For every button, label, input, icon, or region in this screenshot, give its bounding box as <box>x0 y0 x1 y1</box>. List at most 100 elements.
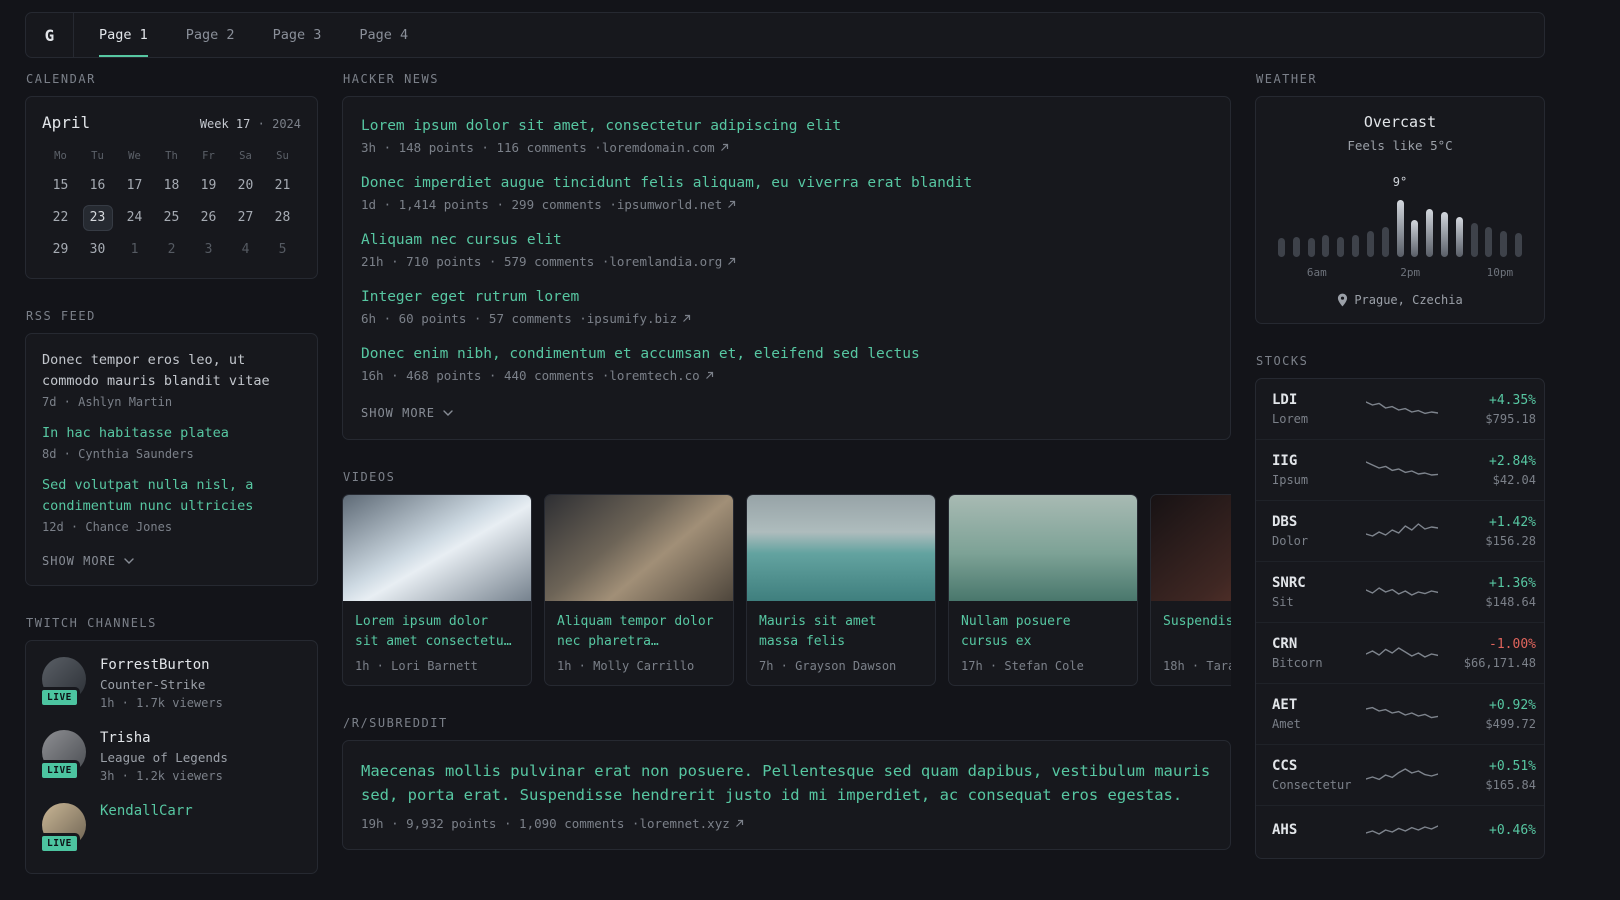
tab-page-2[interactable]: Page 2 <box>167 13 254 57</box>
stock-row[interactable]: CCS Consectetur +0.51% $165.84 <box>1256 744 1544 805</box>
tab-page-1[interactable]: Page 1 <box>80 13 167 57</box>
stock-row[interactable]: DBS Dolor +1.42% $156.28 <box>1256 500 1544 561</box>
video-card[interactable]: Aliquam tempor dolor nec pharetra… 1h · … <box>544 494 734 686</box>
stock-values: +0.46% <box>1438 823 1536 842</box>
hn-item: Integer eget rutrum lorem 6h · 60 points… <box>361 286 1212 326</box>
calendar-day: 20 <box>237 178 254 193</box>
weather-location-row: Prague, Czechia <box>1272 293 1528 307</box>
video-card[interactable]: Nullam posuere cursus ex 17h · Stefan Co… <box>948 494 1138 686</box>
hn-item-meta: 16h · 468 points · 440 comments · loremt… <box>361 368 1212 383</box>
video-title: Aliquam tempor dolor nec pharetra… <box>557 614 714 649</box>
hn-item-domain[interactable]: ipsumify.biz <box>587 311 677 326</box>
calendar-day: 21 <box>274 178 291 193</box>
stock-change: +2.84% <box>1489 453 1536 469</box>
tab-page-4[interactable]: Page 4 <box>340 13 427 57</box>
video-card[interactable]: Mauris sit amet massa felis 7h · Grayson… <box>746 494 936 686</box>
weather-bar <box>1352 235 1360 257</box>
stock-row[interactable]: LDI Lorem +4.35% $795.18 <box>1256 379 1544 439</box>
hn-item: Donec enim nibh, condimentum et accumsan… <box>361 343 1212 383</box>
stock-row[interactable]: AET Amet +0.92% $499.72 <box>1256 683 1544 744</box>
calendar-day: 27 <box>237 210 254 225</box>
calendar-day: 18 <box>163 178 180 193</box>
subreddit-card: Maecenas mollis pulvinar erat non posuer… <box>342 740 1231 851</box>
rss-show-more-button[interactable]: SHOW MORE <box>42 554 134 568</box>
twitch-channel-row[interactable]: LIVE KendallCarr <box>39 802 301 854</box>
subreddit-section-label: /R/SUBREDDIT <box>343 716 448 730</box>
hn-item-meta: 21h · 710 points · 579 comments · loreml… <box>361 254 1212 269</box>
hn-item-link[interactable]: Aliquam nec cursus elit <box>361 232 562 248</box>
tab-label: Page 2 <box>185 27 235 43</box>
weather-location: Prague, Czechia <box>1354 293 1463 307</box>
calendar-day: 17 <box>126 178 143 193</box>
rss-item-link[interactable]: Donec tempor eros leo, ut commodo mauris… <box>42 350 301 392</box>
rss-card: Donec tempor eros leo, ut commodo mauris… <box>25 333 318 586</box>
video-card[interactable]: Lorem ipsum dolor sit amet consectetu… 1… <box>342 494 532 686</box>
weather-bar <box>1366 231 1374 257</box>
chevron-down-icon <box>124 557 134 564</box>
stock-row[interactable]: AHS +0.46% <box>1256 805 1544 858</box>
stock-row[interactable]: CRN Bitcorn -1.00% $66,171.48 <box>1256 622 1544 683</box>
channel-meta: 1h · 1.7k viewers <box>100 695 223 710</box>
hn-item-link[interactable]: Donec enim nibh, condimentum et accumsan… <box>361 346 920 362</box>
stock-change: +4.35% <box>1489 392 1536 408</box>
tab-label: Page 3 <box>272 27 322 43</box>
calendar-day: 22 <box>52 210 69 225</box>
subreddit-post-link[interactable]: Maecenas mollis pulvinar erat non posuer… <box>361 762 1210 804</box>
stock-values: -1.00% $66,171.48 <box>1438 637 1536 670</box>
stock-sparkline <box>1366 401 1438 415</box>
weather-time-label: 10pm <box>1486 266 1514 279</box>
rss-item-link[interactable]: In hac habitasse platea <box>42 423 301 444</box>
video-thumbnail <box>343 495 531 601</box>
stock-row[interactable]: SNRC Sit +1.36% $148.64 <box>1256 561 1544 622</box>
video-title: Mauris sit amet massa felis <box>759 614 877 649</box>
hn-show-more-button[interactable]: SHOW MORE <box>361 406 453 420</box>
stock-id: CRN Bitcorn <box>1272 636 1366 670</box>
page-tabs: Page 1 Page 2 Page 3 Page 4 <box>80 13 427 57</box>
hn-item-meta: 1d · 1,414 points · 299 comments · ipsum… <box>361 197 1212 212</box>
stock-symbol: IIG <box>1272 453 1298 469</box>
stock-name: Bitcorn <box>1272 656 1323 670</box>
twitch-channel-row[interactable]: LIVE ForrestBurton Counter-Strike 1h · 1… <box>39 656 301 710</box>
hn-item-link[interactable]: Integer eget rutrum lorem <box>361 289 579 305</box>
hn-item-domain[interactable]: loremtech.co <box>609 368 699 383</box>
video-card[interactable]: Suspendisse diam 18h · Tara <box>1150 494 1231 686</box>
stock-sparkline <box>1366 587 1438 596</box>
video-body: Mauris sit amet massa felis 7h · Grayson… <box>747 601 935 685</box>
calendar-weekday: Sa <box>239 150 252 162</box>
hn-item-domain[interactable]: loremlandia.org <box>609 254 722 269</box>
calendar-card: April Week 17 · 2024 Mo Tu We Th Fr Sa Su 15 16 1… <box>25 96 318 279</box>
tab-page-3[interactable]: Page 3 <box>254 13 341 57</box>
calendar-day: 28 <box>274 210 291 225</box>
hn-item-link[interactable]: Donec imperdiet augue tincidunt felis al… <box>361 175 972 191</box>
stock-symbol: CRN <box>1272 636 1298 652</box>
twitch-channel-row[interactable]: LIVE Trisha League of Legends 3h · 1.2k … <box>39 729 301 783</box>
weather-bar <box>1470 223 1478 257</box>
calendar-day-selected: 23 <box>79 203 116 232</box>
hn-item: Lorem ipsum dolor sit amet, consectetur … <box>361 115 1212 155</box>
calendar-separator: · <box>257 117 265 131</box>
twitch-widget: TWITCH CHANNELS LIVE ForrestBurton Count… <box>25 616 318 874</box>
calendar-weekday: Su <box>276 150 289 162</box>
stock-row[interactable]: IIG Ipsum +2.84% $42.04 <box>1256 439 1544 500</box>
stock-values: +4.35% $795.18 <box>1438 393 1536 426</box>
rss-item-link[interactable]: Sed volutpat nulla nisl, a condimentum n… <box>42 475 301 517</box>
calendar-header: April Week 17 · 2024 <box>42 113 301 132</box>
subreddit-post-domain[interactable]: loremnet.xyz <box>639 816 729 831</box>
videos-widget: VIDEOS Lorem ipsum dolor sit amet consec… <box>342 470 1231 686</box>
hn-item-domain[interactable]: ipsumworld.net <box>617 197 722 212</box>
rss-item-meta: 8d · Cynthia Saunders <box>42 446 194 461</box>
channel-info: Trisha League of Legends 3h · 1.2k viewe… <box>100 730 228 783</box>
stock-sparkline <box>1366 461 1438 476</box>
calendar-day: 3 <box>204 242 213 257</box>
hn-item-link[interactable]: Lorem ipsum dolor sit amet, consectetur … <box>361 118 841 134</box>
hn-item-stats: 1d · 1,414 points · 299 comments · <box>361 197 617 212</box>
hn-item-meta: 6h · 60 points · 57 comments · ipsumify.… <box>361 311 1212 326</box>
video-meta: 1h · Molly Carrillo <box>557 659 695 673</box>
calendar-month: April <box>42 113 91 132</box>
external-link-icon <box>705 371 713 379</box>
hn-item-domain[interactable]: loremdomain.com <box>602 140 715 155</box>
stock-price: $42.04 <box>1492 472 1536 487</box>
calendar-day: 29 <box>52 242 69 257</box>
stock-id: LDI Lorem <box>1272 392 1366 426</box>
video-title: Nullam posuere cursus ex <box>961 614 1071 649</box>
